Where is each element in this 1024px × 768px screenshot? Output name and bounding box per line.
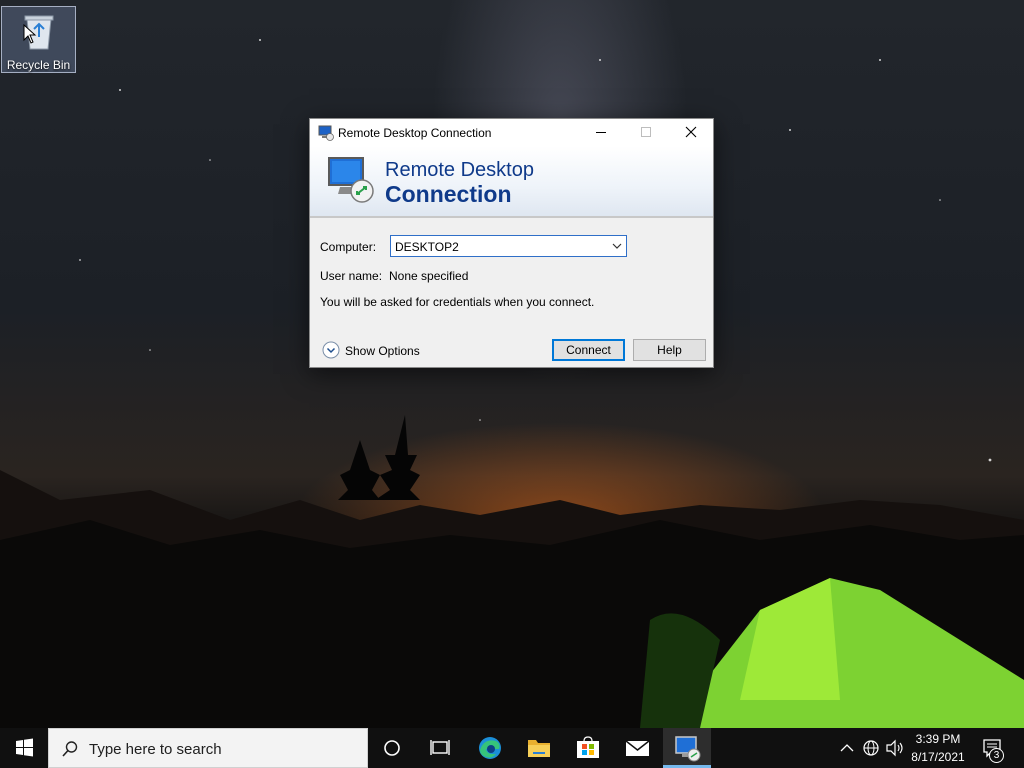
search-placeholder: Type here to search [89,741,222,758]
banner-title-line1: Remote Desktop [385,159,534,181]
maximize-button[interactable] [623,119,668,146]
recycle-bin-label: Recycle Bin [6,58,71,72]
show-options-label[interactable]: Show Options [345,344,420,358]
file-explorer-icon[interactable] [515,728,563,768]
expand-chevron-icon[interactable] [322,341,340,359]
clock-time[interactable]: 3:39 PM [908,732,968,746]
minimize-icon [596,132,606,133]
remote-desktop-app-icon [318,125,334,141]
minimize-button[interactable] [578,119,623,146]
username-value: None specified [389,269,469,283]
remote-desktop-icon[interactable] [663,728,711,768]
show-options-toggle[interactable]: Show Options [322,341,420,362]
username-label: User name: [320,269,383,283]
connect-button[interactable]: Connect [552,339,625,361]
help-button[interactable]: Help [633,339,706,361]
chevron-down-icon[interactable] [612,242,622,250]
mouse-cursor-icon [23,24,37,44]
search-icon [62,741,78,757]
close-icon [685,126,697,138]
notification-count-badge: 3 [989,748,1004,763]
dialog-banner: Remote Desktop Connection [310,146,713,218]
taskbar-search-box[interactable]: Type here to search [48,728,368,768]
volume-icon[interactable] [884,728,906,768]
computer-combobox[interactable]: DESKTOP2 [390,235,627,257]
network-globe-icon[interactable] [860,728,882,768]
mail-icon[interactable] [613,728,661,768]
store-icon[interactable] [564,728,612,768]
recycle-bin-desktop-icon[interactable]: Recycle Bin [1,6,76,73]
edge-icon[interactable] [466,728,514,768]
banner-title-line2: Connection [385,181,512,207]
maximize-icon [641,127,651,137]
cortana-icon[interactable] [368,728,416,768]
remote-desktop-dialog: Remote Desktop Connection Remote Desktop… [309,118,714,368]
chevron-up-icon[interactable] [836,728,858,768]
windows-start-icon[interactable] [0,728,48,768]
close-button[interactable] [668,119,713,146]
computer-value[interactable]: DESKTOP2 [395,240,459,254]
computer-label: Computer: [320,240,377,254]
dialog-title: Remote Desktop Connection [338,126,492,140]
credentials-note: You will be asked for credentials when y… [320,295,595,309]
clock-date[interactable]: 8/17/2021 [908,750,968,764]
task-view-icon[interactable] [416,728,464,768]
dialog-titlebar[interactable]: Remote Desktop Connection [310,119,713,146]
remote-desktop-banner-icon [328,157,374,203]
